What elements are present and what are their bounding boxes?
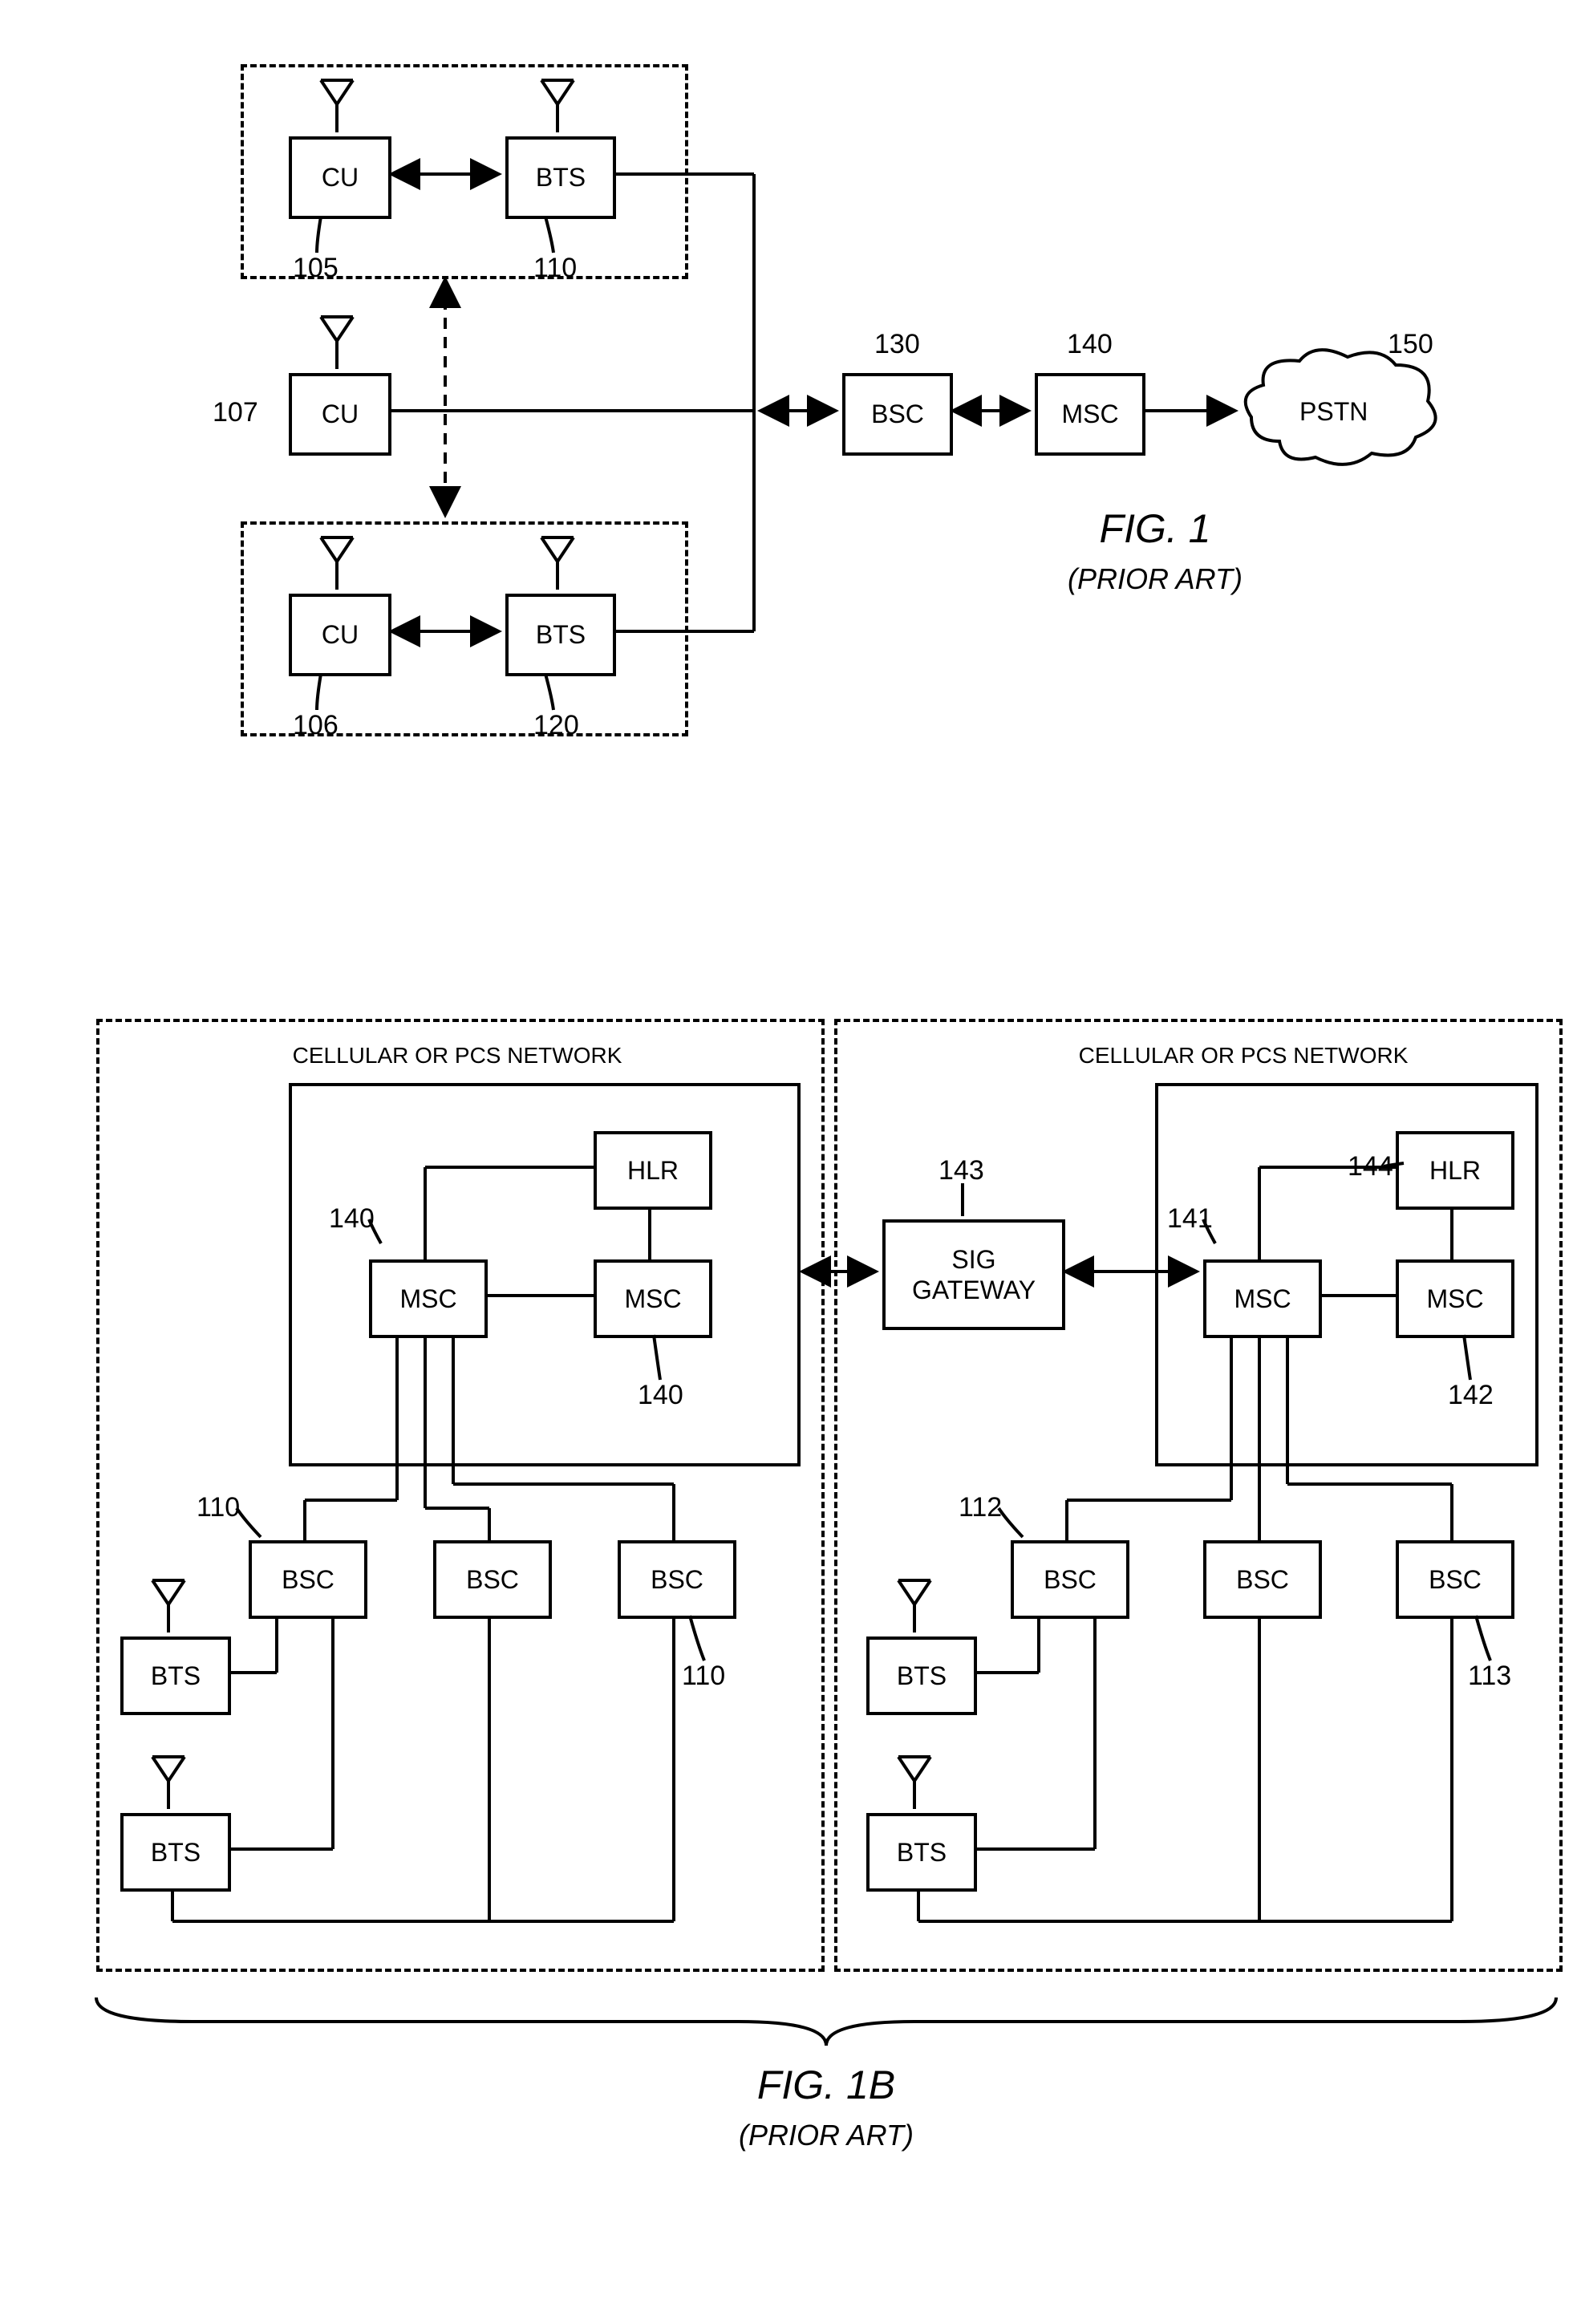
ref-140b: 140 <box>638 1380 683 1411</box>
box-bsc-right2: BSC <box>1203 1540 1322 1619</box>
ref-141: 141 <box>1167 1203 1213 1235</box>
box-bts110: BTS <box>505 136 616 219</box>
box-bts-left1: BTS <box>120 1637 231 1715</box>
ref-143: 143 <box>938 1155 984 1186</box>
net-title-right: CELLULAR OR PCS NETWORK <box>1043 1043 1444 1069</box>
net-title-left: CELLULAR OR PCS NETWORK <box>257 1043 658 1069</box>
box-bsc-left1: BSC <box>249 1540 367 1619</box>
label-cu107: CU <box>322 400 359 429</box>
box-bsc-right1: BSC <box>1011 1540 1129 1619</box>
fig1b-caption-text: FIG. 1B <box>757 2062 895 2107</box>
box-msc140b: MSC <box>594 1259 712 1338</box>
box-sig-gateway: SIG GATEWAY <box>882 1219 1065 1330</box>
ref-110a: 110 <box>197 1492 240 1523</box>
box-msc141: MSC <box>1203 1259 1322 1338</box>
antenna-bts-left1 <box>148 1576 189 1632</box>
box-msc140a: MSC <box>369 1259 488 1338</box>
box-bts-left2: BTS <box>120 1813 231 1892</box>
ref-142: 142 <box>1448 1380 1494 1411</box>
ref-140: 140 <box>1067 329 1113 360</box>
box-bsc-left2: BSC <box>433 1540 552 1619</box>
antenna-bts-right1 <box>894 1576 934 1632</box>
ref-150: 150 <box>1388 329 1433 360</box>
ref-130: 130 <box>874 329 920 360</box>
fig1-caption-text: FIG. 1 <box>1100 506 1211 551</box>
ref-113: 113 <box>1468 1661 1511 1692</box>
box-bsc-right3: BSC <box>1396 1540 1514 1619</box>
antenna-bts-right2 <box>894 1753 934 1809</box>
label-bsc130: BSC <box>871 400 924 429</box>
ref-106: 106 <box>293 710 339 741</box>
ref-107: 107 <box>213 397 258 428</box>
box-msc140: MSC <box>1035 373 1145 456</box>
box-bts-right1: BTS <box>866 1637 977 1715</box>
antenna-bts-left2 <box>148 1753 189 1809</box>
ref-120: 120 <box>533 710 579 741</box>
box-hlr-left: HLR <box>594 1131 712 1210</box>
antenna-cu106 <box>317 533 357 590</box>
antenna-cu105 <box>317 76 357 132</box>
ref-105: 105 <box>293 253 339 284</box>
ref-110: 110 <box>533 253 577 284</box>
fig1-subcaption: (PRIOR ART) <box>1068 562 1243 595</box>
ref-140a: 140 <box>329 1203 375 1235</box>
box-cu107: CU <box>289 373 391 456</box>
label-msc140: MSC <box>1061 400 1118 429</box>
label-pstn: PSTN <box>1299 397 1368 427</box>
box-cu105: CU <box>289 136 391 219</box>
box-bts-right2: BTS <box>866 1813 977 1892</box>
ref-112: 112 <box>959 1492 1002 1523</box>
box-bts120: BTS <box>505 594 616 676</box>
label-bts110: BTS <box>536 163 586 193</box>
fig1-caption: FIG. 1 (PRIOR ART) <box>995 505 1316 598</box>
ref-110b: 110 <box>682 1661 725 1692</box>
label-cu106: CU <box>322 620 359 650</box>
diagram-canvas: CU BTS CU CU BTS BSC MSC PSTN 105 110 10… <box>32 32 1577 2292</box>
fig1b-subcaption: (PRIOR ART) <box>739 2119 914 2152</box>
antenna-bts110 <box>537 76 578 132</box>
label-cu105: CU <box>322 163 359 193</box>
label-bts120: BTS <box>536 620 586 650</box>
box-msc142: MSC <box>1396 1259 1514 1338</box>
antenna-bts120 <box>537 533 578 590</box>
box-hlr144: HLR <box>1396 1131 1514 1210</box>
box-bsc-left3: BSC <box>618 1540 736 1619</box>
box-bsc130: BSC <box>842 373 953 456</box>
ref-144: 144 <box>1348 1151 1393 1182</box>
core-box-left <box>289 1083 801 1466</box>
box-cu106: CU <box>289 594 391 676</box>
antenna-cu107 <box>317 313 357 369</box>
fig1b-caption: FIG. 1B (PRIOR ART) <box>658 2062 995 2155</box>
